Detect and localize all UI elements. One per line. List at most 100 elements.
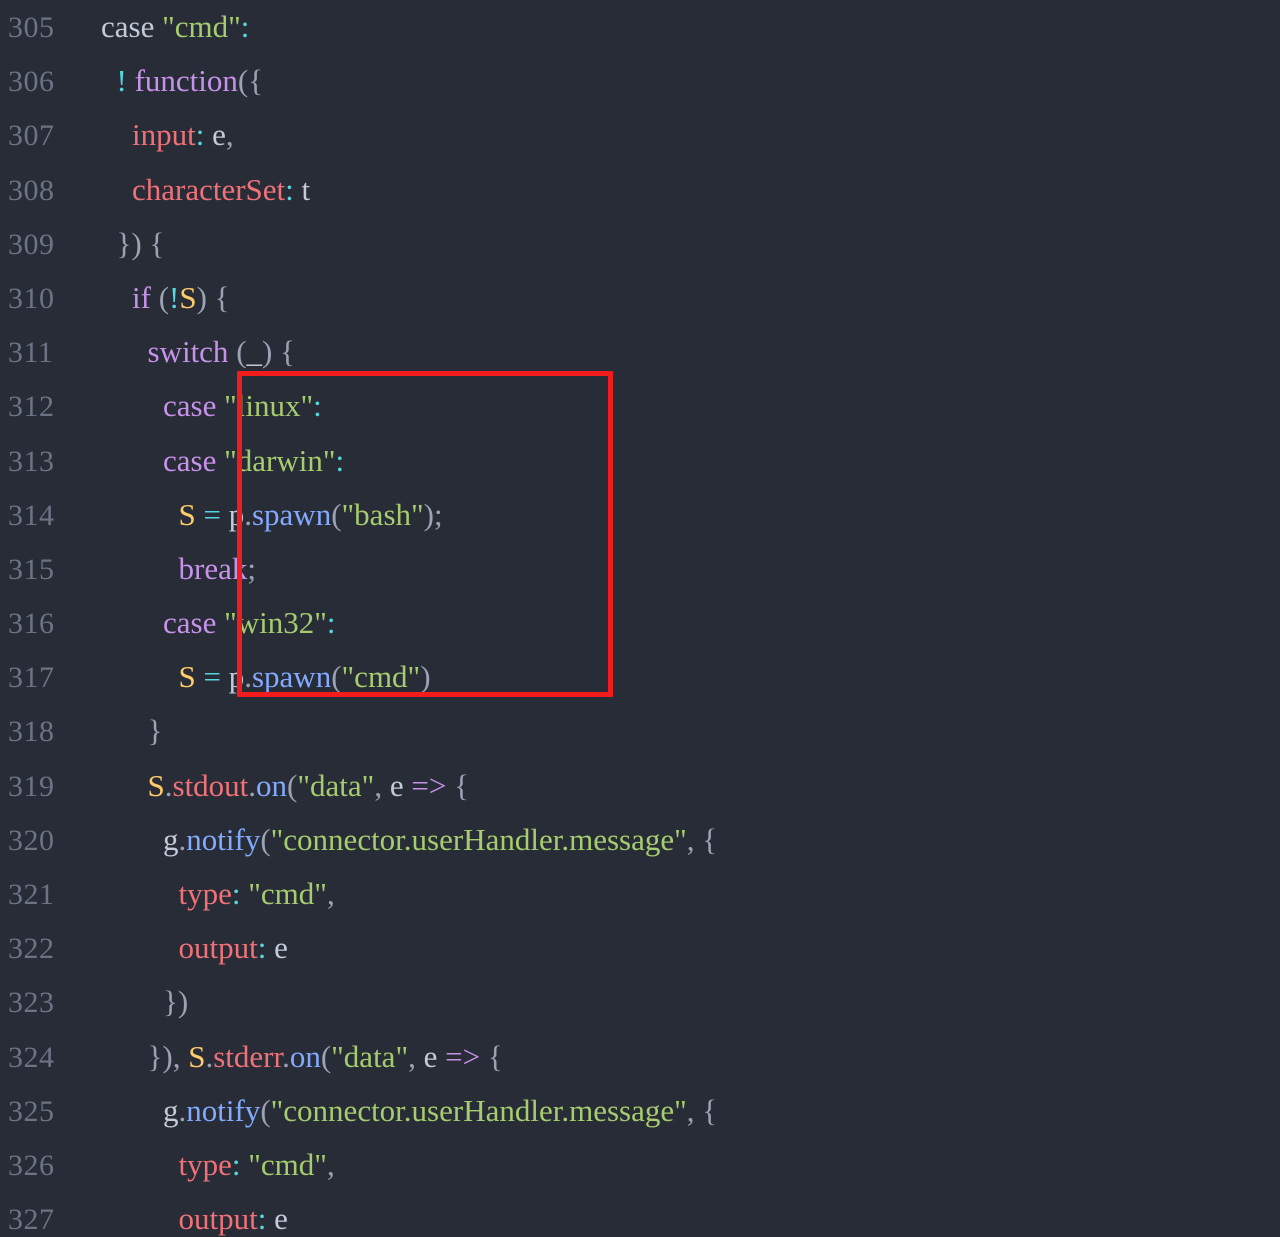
code-line[interactable]: 315 break; xyxy=(0,542,1280,596)
code-token: : xyxy=(231,1146,241,1182)
code-token: case xyxy=(163,605,217,641)
code-line-content[interactable]: characterSet: t xyxy=(70,163,1280,217)
code-line-content[interactable]: output: e xyxy=(70,1192,1280,1237)
code-token: ( xyxy=(320,1038,332,1074)
code-line[interactable]: 308 characterSet: t xyxy=(0,163,1280,217)
code-line-content[interactable]: type: "cmd", xyxy=(70,1138,1280,1192)
code-token: }) xyxy=(116,225,142,261)
code-line-content[interactable]: g.notify("connector.userHandler.message"… xyxy=(70,813,1280,867)
line-number: 322 xyxy=(8,932,55,966)
code-line[interactable]: 312 case "linux": xyxy=(0,379,1280,433)
code-token: : xyxy=(231,876,241,911)
code-line[interactable]: 326 type: "cmd", xyxy=(0,1138,1280,1192)
code-token: stderr xyxy=(213,1038,283,1074)
line-number: 327 xyxy=(8,1203,55,1237)
code-token: : xyxy=(326,605,336,641)
code-line[interactable]: 324 }), S.stderr.on("data", e => { xyxy=(0,1030,1280,1084)
code-token: . xyxy=(164,767,173,803)
code-line[interactable]: 305 case "cmd": xyxy=(0,0,1280,54)
code-line-content[interactable]: }) xyxy=(70,975,1280,1029)
code-line-content[interactable]: type: "cmd", xyxy=(70,867,1280,921)
code-line-content[interactable]: ! function({ xyxy=(70,54,1280,108)
code-token: S xyxy=(178,659,196,695)
code-line-content[interactable]: S.stdout.on("data", e => { xyxy=(70,759,1280,813)
code-token: }) xyxy=(163,984,189,1020)
code-line[interactable]: 307 input: e, xyxy=(0,108,1280,162)
code-line-content[interactable]: } xyxy=(70,704,1280,758)
code-line-content[interactable]: S = p.spawn("bash"); xyxy=(70,488,1280,542)
line-number: 317 xyxy=(8,661,55,695)
code-line-content[interactable]: g.notify("connector.userHandler.message"… xyxy=(70,1084,1280,1138)
code-line[interactable]: 316 case "win32": xyxy=(0,596,1280,650)
line-number: 315 xyxy=(8,552,55,586)
code-line[interactable]: 318 } xyxy=(0,704,1280,758)
code-line[interactable]: 310 if (!S) { xyxy=(0,271,1280,325)
code-line[interactable]: 317 S = p.spawn("cmd") xyxy=(0,650,1280,704)
code-line-content[interactable]: if (!S) { xyxy=(70,271,1280,325)
code-token: { xyxy=(487,1038,503,1074)
code-token: case xyxy=(101,9,155,44)
code-token: { xyxy=(702,1092,718,1128)
code-token: spawn xyxy=(251,659,332,695)
line-number: 326 xyxy=(8,1148,55,1182)
code-line[interactable]: 321 type: "cmd", xyxy=(0,867,1280,921)
code-token: => xyxy=(445,1038,481,1074)
code-line-content[interactable]: }) { xyxy=(70,217,1280,271)
code-token: } xyxy=(147,713,163,749)
code-line-content[interactable]: case "linux": xyxy=(70,379,1280,433)
line-number: 307 xyxy=(8,119,55,153)
code-token: e xyxy=(389,767,404,803)
code-line-content[interactable]: S = p.spawn("cmd") xyxy=(70,650,1280,704)
code-line[interactable]: 320 g.notify("connector.userHandler.mess… xyxy=(0,813,1280,867)
code-line[interactable]: 323 }) xyxy=(0,975,1280,1029)
code-token: "connector.userHandler.message" xyxy=(270,1092,687,1128)
code-line-content[interactable]: case "win32": xyxy=(70,596,1280,650)
code-line-content[interactable]: }), S.stderr.on("data", e => { xyxy=(70,1030,1280,1084)
code-line[interactable]: 322 output: e xyxy=(0,921,1280,975)
code-line-content[interactable]: case "darwin": xyxy=(70,434,1280,488)
code-line[interactable]: 327 output: e xyxy=(0,1192,1280,1237)
code-token: , xyxy=(326,1146,335,1182)
code-line-content[interactable]: output: e xyxy=(70,921,1280,975)
code-token: switch xyxy=(147,334,229,370)
code-token: ( xyxy=(237,63,249,99)
code-line-content[interactable]: case "cmd": xyxy=(70,0,1280,54)
code-line[interactable]: 325 g.notify("connector.userHandler.mess… xyxy=(0,1084,1280,1138)
code-line[interactable]: 311 switch (_) { xyxy=(0,325,1280,379)
code-token: g xyxy=(163,821,179,857)
code-token: "data" xyxy=(297,767,375,803)
code-token: , xyxy=(225,117,234,153)
code-line[interactable]: 306 ! function({ xyxy=(0,54,1280,108)
code-line-content[interactable]: input: e, xyxy=(70,108,1280,162)
code-line-content[interactable]: switch (_) { xyxy=(70,325,1280,379)
code-line[interactable]: 314 S = p.spawn("bash"); xyxy=(0,488,1280,542)
line-number: 313 xyxy=(8,444,55,478)
code-token: e xyxy=(274,930,288,966)
code-token: }) xyxy=(147,1038,173,1074)
code-token: : xyxy=(285,171,294,207)
code-line[interactable]: 309 }) { xyxy=(0,217,1280,271)
code-token: : xyxy=(313,388,322,424)
code-token: = xyxy=(203,659,221,695)
code-token: "cmd" xyxy=(248,876,327,911)
code-line[interactable]: 319 S.stdout.on("data", e => { xyxy=(0,759,1280,813)
code-token: ( xyxy=(158,279,170,315)
code-token: => xyxy=(411,767,447,803)
code-token: . xyxy=(244,659,252,695)
code-line-content[interactable]: break; xyxy=(70,542,1280,596)
line-number: 321 xyxy=(8,878,55,911)
code-line[interactable]: 313 case "darwin": xyxy=(0,434,1280,488)
